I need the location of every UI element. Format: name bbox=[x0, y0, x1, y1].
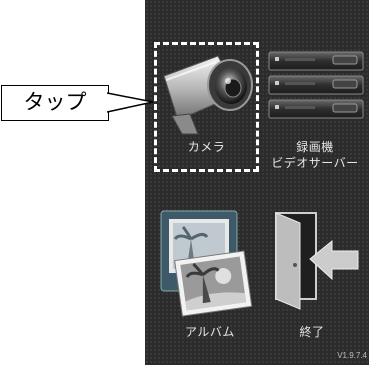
exit-menu-item[interactable]: 終了 bbox=[260, 205, 364, 340]
recorder-label-line2: ビデオサーバー bbox=[271, 156, 359, 170]
dvr-stack-icon bbox=[268, 51, 364, 119]
app-screen: カメラ 録画機 ビデオサーバー アルバム 終了 V1.9.7.4 bbox=[145, 0, 369, 365]
album-label: アルバム bbox=[185, 325, 235, 339]
exit-door-icon bbox=[275, 212, 359, 310]
camera-menu-item[interactable]: カメラ bbox=[154, 42, 259, 172]
version-label: V1.9.7.4 bbox=[337, 351, 367, 360]
recorder-label-line1: 録画機 bbox=[296, 140, 334, 154]
tap-callout: タップ bbox=[1, 85, 109, 121]
callout-pointer bbox=[107, 92, 154, 113]
exit-label: 終了 bbox=[299, 325, 325, 339]
album-menu-item[interactable]: アルバム bbox=[155, 205, 265, 340]
recorder-menu-item[interactable]: 録画機 ビデオサーバー bbox=[263, 42, 367, 177]
photo-album-icon bbox=[160, 210, 253, 317]
tap-highlight-frame bbox=[154, 42, 259, 172]
